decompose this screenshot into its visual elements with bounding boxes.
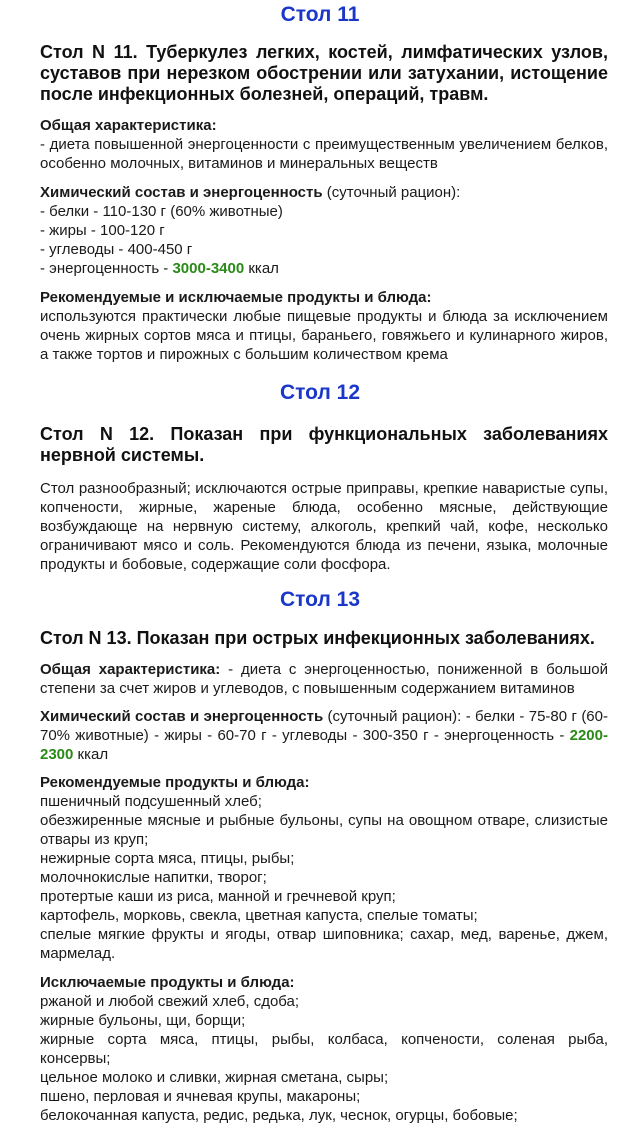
energy-unit: ккал	[73, 746, 109, 763]
chem-item: - жиры - 100-120 г	[40, 222, 165, 239]
products-text: используются практически любые пищевые п…	[40, 308, 608, 363]
section-12-heading: Стол N 12. Показан при функциональных за…	[40, 424, 608, 465]
section-12: Стол N 12. Показан при функциональных за…	[40, 424, 608, 574]
excluded-item: белокочанная капуста, редис, редька, лук…	[40, 1107, 518, 1124]
energy-value: 3000-3400	[172, 260, 245, 277]
recommended-item: нежирные сорта мяса, птицы, рыбы;	[40, 850, 295, 867]
chem-label: Химический состав и энергоценность	[40, 708, 324, 725]
section-title-11: Стол 11	[280, 3, 360, 26]
energy-line: - энергоценность - 3000-3400 ккал	[40, 259, 608, 278]
general-paragraph: Общая характеристика: - диета с энергоце…	[40, 660, 608, 698]
recommended-label: Рекомендуемые продукты и блюда:	[40, 774, 310, 791]
recommended-item: картофель, морковь, свекла, цветная капу…	[40, 907, 478, 924]
recommended-item: обезжиренные мясные и рыбные бульоны, су…	[40, 812, 608, 848]
chem-item: - углеводы - 400-450 г	[40, 241, 193, 258]
chem-item: - белки - 110-130 г (60% животные)	[40, 203, 283, 220]
products-label: Рекомендуемые и исключаемые продукты и б…	[40, 289, 432, 306]
recommended-item: пшеничный подсушенный хлеб;	[40, 793, 262, 810]
section-11: Стол N 11. Туберкулез легких, костей, ли…	[40, 42, 608, 364]
excluded-item: жирные бульоны, щи, борщи;	[40, 1012, 246, 1029]
recommended-item: спелые мягкие фрукты и ягоды, отвар шипо…	[40, 926, 608, 962]
recommended-item: протертые каши из риса, манной и гречнев…	[40, 888, 396, 905]
chem-line: Химический состав и энергоценность (суто…	[40, 183, 608, 202]
excluded-item: пшено, перловая и ячневая крупы, макарон…	[40, 1088, 361, 1105]
section-13: Стол N 13. Показан при острых инфекционн…	[40, 628, 608, 1125]
general-text: - диета повышенной энергоценности с преи…	[40, 136, 608, 172]
section-title-13: Стол 13	[279, 588, 360, 611]
diet-tables-page: Стол 11 Стол N 11. Туберкулез легких, ко…	[0, 0, 640, 1136]
section-12-text: Стол разнообразный; исключаются острые п…	[40, 480, 608, 573]
excluded-item: жирные сорта мяса, птицы, рыбы, колбаса,…	[40, 1031, 608, 1067]
section-11-heading: Стол N 11. Туберкулез легких, костей, ли…	[40, 42, 608, 104]
excluded-item: ржаной и любой свежий хлеб, сдоба;	[40, 993, 300, 1010]
section-title-12: Стол 12	[279, 381, 360, 404]
general-label: Общая характеристика:	[40, 661, 221, 678]
chem-note: (суточный рацион):	[322, 184, 461, 201]
chem-label: Химический состав и энергоценность	[40, 184, 323, 201]
energy-prefix: - энергоценность -	[40, 260, 173, 277]
excluded-item: цельное молоко и сливки, жирная сметана,…	[40, 1069, 389, 1086]
energy-unit: ккал	[244, 260, 279, 277]
recommended-item: молочнокислые напитки, творог;	[40, 869, 267, 886]
chem-paragraph: Химический состав и энергоценность (суто…	[40, 707, 608, 764]
general-label: Общая характеристика:	[40, 117, 217, 134]
excluded-label: Исключаемые продукты и блюда:	[40, 974, 295, 991]
section-13-heading: Стол N 13. Показан при острых инфекционн…	[40, 628, 595, 648]
